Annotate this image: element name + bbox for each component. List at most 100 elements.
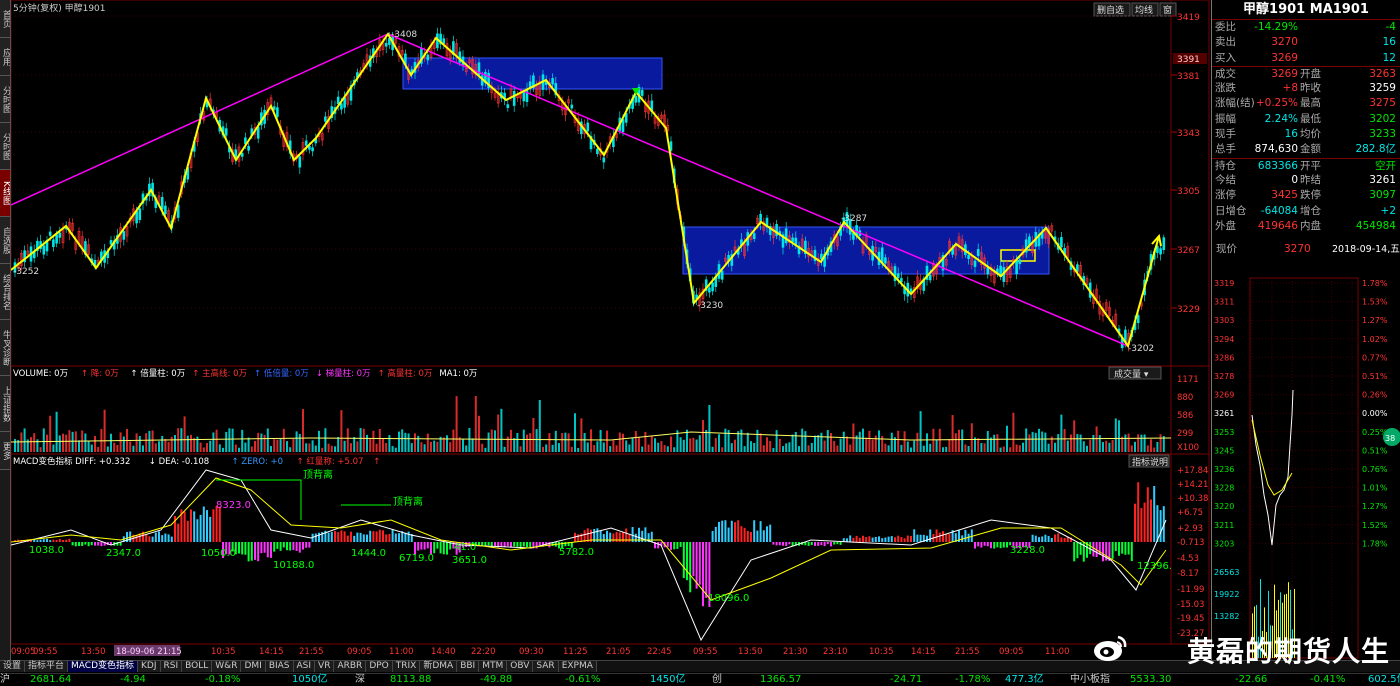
macd-bar: [260, 542, 263, 554]
indicator-tab-1[interactable]: 指标平台: [25, 661, 69, 672]
macd-bar: [78, 542, 80, 546]
left-tab-4[interactable]: K线图: [0, 170, 10, 217]
volume-bar: [641, 446, 644, 452]
volume-bar: [622, 433, 624, 452]
left-tab-9[interactable]: 更多: [0, 432, 10, 470]
indicator-tab-17[interactable]: OBV: [507, 661, 534, 672]
volume-bar: [631, 437, 634, 452]
left-tab-8[interactable]: 上证指数: [0, 376, 10, 432]
volume-bar: [916, 432, 919, 452]
indicator-tab-16[interactable]: MTM: [479, 661, 508, 672]
macd-annotation: 3228.0: [1010, 545, 1045, 556]
macd-bar: [286, 542, 288, 551]
macd-bar: [622, 532, 624, 542]
mini-price-label: 3311: [1214, 298, 1234, 307]
indicator-tab-7[interactable]: DMI: [241, 661, 266, 672]
quote-row: 涨跌 +8 昨收 3259: [1212, 81, 1400, 96]
indicator-tab-6[interactable]: W&R: [212, 661, 242, 672]
volume-bar: [513, 438, 516, 452]
volume-bar: [1070, 434, 1072, 452]
left-tab-1[interactable]: 应用: [0, 38, 10, 76]
mini-pct-label: 1.27%: [1362, 502, 1388, 511]
main-chart-area[interactable]: 5分钟(复权) 甲醇1901 删自选 均线窗 3419 3381 3343 3305 3267…: [11, 0, 1211, 660]
macd-bar: [929, 529, 932, 542]
indicator-tab-3[interactable]: KDJ: [138, 661, 161, 672]
label-start: -3252: [13, 267, 39, 277]
volume-bar: [647, 444, 650, 452]
quote-value: 3261: [1369, 173, 1396, 186]
indicator-tab-15[interactable]: BBI: [457, 661, 480, 672]
indicator-tab-10[interactable]: VR: [315, 661, 335, 672]
indicator-tab-4[interactable]: RSI: [160, 661, 183, 672]
macd-bar: [890, 536, 893, 542]
indicator-tab-11[interactable]: ARBR: [334, 661, 367, 672]
macd-help-label[interactable]: 指标说明: [1132, 456, 1168, 468]
left-tab-3[interactable]: 分时图: [0, 123, 10, 170]
indicator-tab-8[interactable]: BIAS: [265, 661, 294, 672]
indicator-tab-14[interactable]: 新DMA: [420, 661, 458, 672]
volume-bar: [970, 423, 973, 452]
mini-badge-label[interactable]: 38: [1385, 434, 1395, 443]
left-tab-7[interactable]: 牛叉诊断: [0, 320, 10, 376]
top-control-label-2[interactable]: 窗: [1163, 4, 1172, 16]
candle-body: [570, 104, 574, 109]
macd-bar: [878, 536, 880, 542]
time-axis-label: 10:35: [211, 647, 236, 657]
volume-bar: [452, 429, 455, 452]
macd-bar: [148, 536, 151, 542]
indicator-tab-0[interactable]: 设置: [0, 661, 26, 672]
mini-price-label: 3236: [1214, 465, 1234, 474]
volume-bar: [1041, 431, 1044, 452]
volume-bar: [1092, 434, 1095, 452]
indicator-tab-5[interactable]: BOLL: [182, 661, 213, 672]
volume-bar: [497, 414, 500, 452]
quote-rows: 委比 -14.29% -4 卖出 3270 16 买入 3269 12 成交 3269 开盘 3263 涨…: [1212, 20, 1400, 234]
volume-bar: [1054, 442, 1056, 452]
macd-bar: [436, 542, 439, 549]
volume-dropdown-label[interactable]: 成交量 ▾: [1114, 368, 1149, 380]
indicator-tab-2[interactable]: MACD变色指标: [68, 661, 139, 672]
volume-bar: [71, 431, 74, 452]
left-tab-6[interactable]: 综合排名: [0, 264, 10, 320]
indicator-tab-9[interactable]: ASI: [293, 661, 316, 672]
left-sidebar: 首页 应用 分时图 分时图 K线图 自选股 综合排名 牛叉诊断 上证指数 更多: [0, 0, 11, 660]
left-tab-5[interactable]: 自选股: [0, 217, 10, 264]
volume-bar: [87, 440, 90, 452]
volume-bar: [887, 445, 890, 452]
watermark-text: 黄磊的期货人生: [1186, 635, 1390, 668]
kline-chart-svg[interactable]: 5分钟(复权) 甲醇1901 删自选 均线 窗 3419 3381 3343 3305 3267…: [11, 0, 1211, 660]
volume-bar: [1044, 432, 1047, 452]
intraday-mini-chart[interactable]: 3319 1.78% 3311 1.53% 3303 1.27% 3294 1.02% 3286…: [1212, 245, 1400, 660]
volume-bar: [1108, 442, 1111, 452]
candle-body: [1018, 259, 1022, 265]
volume-bar: [14, 439, 16, 452]
top-control-label-1[interactable]: 均线: [1135, 4, 1153, 16]
volume-bar: [865, 437, 868, 452]
top-control-label-0[interactable]: 删自选: [1097, 4, 1124, 16]
indicator-tab-13[interactable]: TRIX: [392, 661, 421, 672]
quote-value: 3097: [1369, 189, 1396, 202]
volume-bar: [1034, 432, 1037, 452]
indicator-tab-12[interactable]: DPO: [366, 661, 393, 672]
left-tab-0[interactable]: 首页: [0, 0, 10, 38]
indicator-tab-18[interactable]: SAR: [533, 661, 559, 672]
macd-bar: [193, 511, 196, 542]
macd-axis-label: -8.17: [1177, 569, 1199, 579]
macd-bar: [900, 537, 903, 542]
indicator-tab-19[interactable]: EXPMA: [558, 661, 597, 672]
volume-bar: [196, 436, 199, 452]
volume-bar: [1009, 447, 1012, 452]
macd-bar: [100, 542, 103, 547]
macd-bar: [913, 529, 916, 542]
left-tab-2[interactable]: 分时图: [0, 76, 10, 123]
volume-bar: [1159, 434, 1162, 452]
volume-bar: [490, 429, 493, 452]
volume-bar: [282, 428, 285, 452]
macd-bar: [734, 522, 736, 542]
macd-bar: [602, 534, 605, 542]
volume-bar: [935, 439, 938, 452]
volume-bar: [202, 447, 205, 452]
macd-bar: [481, 542, 484, 546]
volume-bar: [772, 447, 775, 452]
volume-bar: [1073, 420, 1076, 452]
